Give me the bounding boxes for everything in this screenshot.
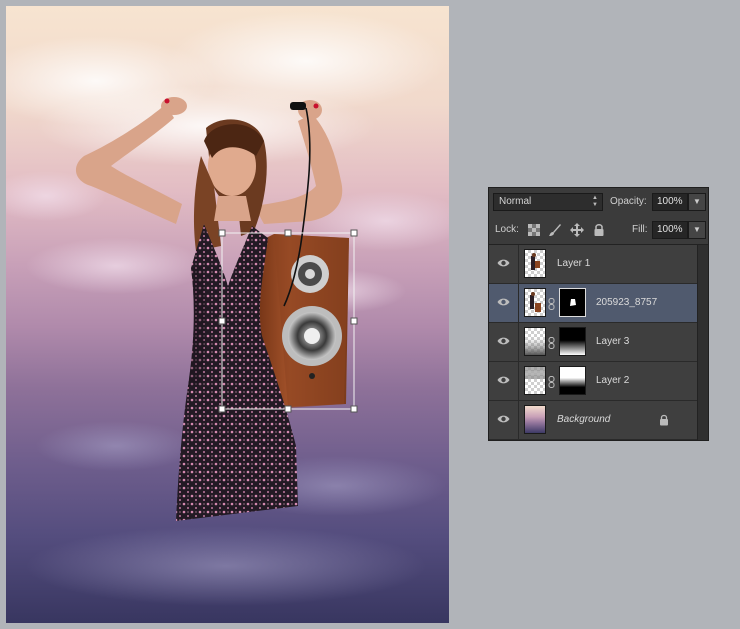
layer-thumbnail[interactable] bbox=[524, 249, 546, 278]
opacity-input[interactable]: 100% bbox=[652, 193, 688, 211]
opacity-dropdown-button[interactable]: ▼ bbox=[688, 193, 706, 211]
visibility-toggle[interactable] bbox=[489, 323, 519, 361]
checkerboard-lock-icon[interactable] bbox=[527, 223, 541, 237]
chain-link-icon[interactable] bbox=[548, 298, 555, 310]
visibility-toggle[interactable] bbox=[489, 245, 519, 283]
fill-dropdown-button[interactable]: ▼ bbox=[688, 221, 706, 239]
chain-link-icon[interactable] bbox=[548, 376, 555, 388]
brush-lock-icon[interactable] bbox=[548, 223, 562, 237]
chevron-down-icon: ▼ bbox=[693, 225, 701, 234]
chevron-down-icon: ▼ bbox=[693, 197, 701, 206]
layer-thumbnail[interactable] bbox=[524, 327, 546, 356]
fill-input[interactable]: 100% bbox=[652, 221, 688, 239]
layer-row-layer-3[interactable]: Layer 3 bbox=[489, 323, 697, 362]
layer-1-thumbnail-art bbox=[531, 253, 540, 270]
fill-label: Fill: bbox=[632, 224, 648, 235]
layers-panel: Normal ▲ ▼ Opacity: 100% ▼ Lock: Fill: 10… bbox=[488, 187, 709, 441]
layer-thumbnail[interactable] bbox=[524, 288, 546, 317]
layer-name: Layer 3 bbox=[596, 336, 630, 347]
layer-thumbnail[interactable] bbox=[524, 405, 546, 434]
blend-options-row: Normal ▲ ▼ Opacity: 100% ▼ bbox=[489, 188, 708, 217]
visibility-toggle[interactable] bbox=[489, 284, 519, 322]
canvas-artwork bbox=[6, 11, 449, 606]
layer-mask-thumbnail[interactable] bbox=[559, 288, 586, 317]
move-arrows-icon[interactable] bbox=[570, 223, 584, 237]
eye-icon[interactable] bbox=[497, 414, 510, 424]
up-down-arrows-icon: ▲ ▼ bbox=[592, 195, 598, 208]
layer-name: Layer 2 bbox=[596, 375, 630, 386]
eye-icon[interactable] bbox=[497, 336, 510, 346]
layer-row-205923-8757[interactable]: 205923_8757 bbox=[489, 284, 697, 323]
layer-name: 205923_8757 bbox=[596, 297, 658, 308]
layer-row-layer-2[interactable]: Layer 2 bbox=[489, 362, 697, 401]
layer-thumbnail-art bbox=[525, 338, 545, 355]
layer-mask-thumbnail[interactable] bbox=[559, 327, 586, 356]
eye-icon[interactable] bbox=[497, 297, 510, 307]
opacity-label: Opacity: bbox=[610, 196, 647, 207]
layer-row-layer-1[interactable]: Layer 1 bbox=[489, 245, 697, 284]
chain-link-icon[interactable] bbox=[548, 337, 555, 349]
layer-row-background[interactable]: Background bbox=[489, 401, 697, 440]
layers-scrollbar[interactable] bbox=[697, 245, 708, 440]
layer-thumbnail[interactable] bbox=[524, 366, 546, 395]
layer-name: Layer 1 bbox=[557, 258, 591, 269]
padlock-icon bbox=[660, 414, 668, 426]
layer-thumbnail-art bbox=[530, 292, 541, 312]
blend-mode-value: Normal bbox=[499, 196, 532, 207]
mask-shape bbox=[570, 299, 576, 306]
visibility-toggle[interactable] bbox=[489, 362, 519, 400]
padlock-icon[interactable] bbox=[592, 223, 606, 237]
layer-mask-thumbnail[interactable] bbox=[559, 366, 586, 395]
document-canvas[interactable] bbox=[6, 6, 449, 623]
eye-icon[interactable] bbox=[497, 258, 510, 268]
layer-list: Layer 1 205923_8757 Layer 3 Layer 2 Back… bbox=[489, 245, 697, 440]
blend-mode-dropdown[interactable]: Normal ▲ ▼ bbox=[493, 193, 603, 211]
layer-thumbnail-art bbox=[525, 367, 545, 379]
eye-icon[interactable] bbox=[497, 375, 510, 385]
layer-name: Background bbox=[557, 414, 611, 425]
lock-options-row: Lock: Fill: 100% ▼ bbox=[489, 216, 708, 245]
lock-label: Lock: bbox=[495, 224, 519, 235]
visibility-toggle[interactable] bbox=[489, 401, 519, 439]
